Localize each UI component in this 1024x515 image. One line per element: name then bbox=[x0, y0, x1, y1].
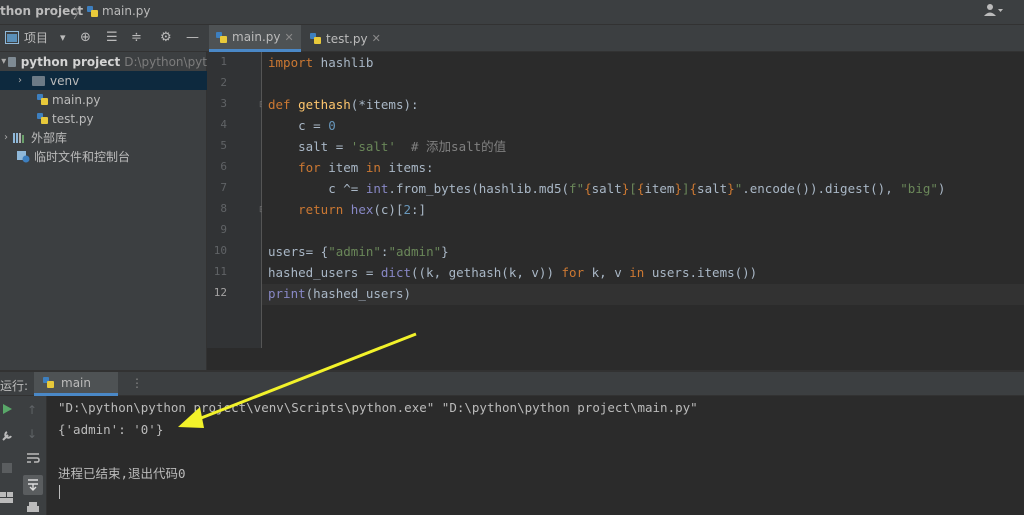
expand-all-icon[interactable]: ☰ bbox=[106, 31, 118, 45]
python-file-icon bbox=[310, 33, 321, 44]
project-toolbar: 项目 ▾ ⊕ ☰ ≑ ⚙ — bbox=[0, 25, 207, 52]
run-toolbar-primary bbox=[0, 396, 20, 515]
project-view-label[interactable]: 项目 bbox=[24, 31, 48, 45]
layout-icon[interactable] bbox=[0, 492, 14, 507]
breadcrumb-file[interactable]: main.py bbox=[102, 4, 151, 18]
console-line: "D:\python\python project\venv\Scripts\p… bbox=[58, 400, 698, 415]
line-number: 1 bbox=[220, 55, 227, 68]
more-options-icon[interactable]: ⋮ bbox=[131, 376, 143, 390]
tab-main-py[interactable]: main.py ✕ bbox=[209, 25, 301, 52]
line-number: 9 bbox=[220, 223, 227, 236]
tree-item-label: venv bbox=[50, 73, 80, 88]
navigation-bar: thon project 〉 main.py bbox=[0, 0, 1024, 25]
tree-item-scratches[interactable]: 临时文件和控制台 bbox=[0, 147, 207, 166]
run-tab-main[interactable]: main bbox=[34, 372, 118, 396]
code-line: c ^= int.from_bytes(hashlib.md5(f"{salt}… bbox=[268, 181, 946, 196]
project-name: python project bbox=[20, 54, 121, 69]
folder-icon bbox=[32, 75, 45, 86]
soft-wrap-icon[interactable] bbox=[26, 452, 40, 468]
line-number: 7 bbox=[220, 181, 227, 194]
chevron-right-icon[interactable]: › bbox=[0, 132, 12, 143]
python-file-icon bbox=[216, 31, 227, 43]
breadcrumb-separator: 〉 bbox=[73, 7, 87, 22]
line-number: 10 bbox=[213, 244, 227, 257]
code-line: def gethash(*items): bbox=[268, 97, 419, 112]
python-file-icon bbox=[37, 113, 48, 124]
scroll-to-end-icon[interactable] bbox=[23, 475, 43, 495]
code-editor[interactable]: import hashlib def gethash(*items): c = … bbox=[262, 52, 1024, 348]
folder-icon bbox=[7, 56, 16, 67]
arrow-down-icon[interactable]: ↓ bbox=[27, 427, 37, 441]
rerun-icon[interactable] bbox=[1, 403, 13, 418]
tree-item-label: 临时文件和控制台 bbox=[34, 150, 131, 164]
run-label: 运行: bbox=[0, 379, 29, 393]
tab-label: main.py bbox=[232, 30, 281, 44]
line-number: 2 bbox=[220, 76, 227, 89]
project-path: D:\python\pyt bbox=[124, 54, 207, 69]
code-line: for item in items: bbox=[268, 160, 434, 175]
tree-item-main-py[interactable]: main.py bbox=[0, 90, 207, 109]
tree-item-external-libraries[interactable]: › 外部库 bbox=[0, 128, 207, 147]
run-toolbar-secondary: ↑ ↓ bbox=[20, 396, 47, 515]
line-number: 8 bbox=[220, 202, 227, 215]
line-number: 3 bbox=[220, 97, 227, 110]
code-line: hashed_users = dict((k, gethash(k, v)) f… bbox=[268, 265, 758, 280]
console-line: {'admin': '0'} bbox=[58, 422, 164, 437]
python-icon bbox=[43, 377, 54, 388]
scratches-icon bbox=[17, 151, 30, 163]
code-line: return hex(c)[2:] bbox=[268, 202, 427, 217]
line-number: 12 bbox=[213, 286, 227, 299]
code-line: c = 0 bbox=[268, 118, 336, 133]
run-console[interactable]: "D:\python\python project\venv\Scripts\p… bbox=[47, 396, 1024, 515]
hide-icon[interactable]: — bbox=[186, 31, 199, 45]
line-number: 6 bbox=[220, 160, 227, 173]
editor-gutter: 1 2 3 4 5 6 7 8 9 10 11 12 ⊟ ⊟ bbox=[207, 52, 267, 348]
line-number: 11 bbox=[213, 265, 227, 278]
line-number: 4 bbox=[220, 118, 227, 131]
tree-item-label: 外部库 bbox=[31, 131, 68, 145]
library-icon bbox=[13, 132, 24, 143]
line-number: 5 bbox=[220, 139, 227, 152]
wrench-icon[interactable] bbox=[1, 429, 14, 445]
chevron-down-icon[interactable]: ▾ bbox=[60, 31, 66, 45]
locate-file-icon[interactable]: ⊕ bbox=[80, 31, 91, 45]
breadcrumb-project[interactable]: thon project bbox=[0, 4, 83, 18]
tree-item-label: test.py bbox=[52, 111, 94, 126]
tree-item-test-py[interactable]: test.py bbox=[0, 109, 207, 128]
code-line: salt = 'salt' # 添加salt的值 bbox=[268, 139, 507, 154]
stop-icon[interactable] bbox=[2, 462, 12, 476]
tree-item-venv[interactable]: › venv bbox=[0, 71, 207, 90]
close-icon[interactable]: ✕ bbox=[372, 32, 381, 45]
collapse-all-icon[interactable]: ≑ bbox=[131, 31, 142, 45]
project-view-icon bbox=[5, 31, 19, 48]
console-line: 进程已结束,退出代码0 bbox=[58, 466, 186, 481]
editor-tabs: main.py ✕ test.py ✕ bbox=[207, 25, 1024, 52]
code-line: users= {"admin":"admin"} bbox=[268, 244, 449, 259]
code-line: import hashlib bbox=[268, 55, 374, 70]
print-icon[interactable] bbox=[26, 502, 40, 515]
tab-label: test.py bbox=[326, 31, 368, 46]
tree-item-project-root[interactable]: ▾ python project D:\python\pyt bbox=[0, 52, 207, 71]
run-panel-header: 运行: main ⋮ bbox=[0, 372, 1024, 396]
arrow-up-icon[interactable]: ↑ bbox=[27, 403, 37, 417]
python-file-icon bbox=[37, 94, 48, 105]
code-line: print(hashed_users) bbox=[268, 286, 411, 301]
tab-test-py[interactable]: test.py ✕ bbox=[303, 25, 387, 52]
chevron-down-icon[interactable]: ▾ bbox=[0, 56, 8, 67]
project-tree: ▾ python project D:\python\pyt › venv ma… bbox=[0, 52, 207, 370]
run-tab-label: main bbox=[61, 375, 91, 390]
tree-item-label: main.py bbox=[52, 92, 101, 107]
close-icon[interactable]: ✕ bbox=[285, 31, 294, 44]
chevron-right-icon[interactable]: › bbox=[14, 75, 26, 86]
python-file-icon bbox=[86, 5, 99, 21]
user-account-icon[interactable] bbox=[984, 3, 1004, 21]
console-caret bbox=[59, 485, 60, 499]
gear-icon[interactable]: ⚙ bbox=[160, 31, 172, 45]
